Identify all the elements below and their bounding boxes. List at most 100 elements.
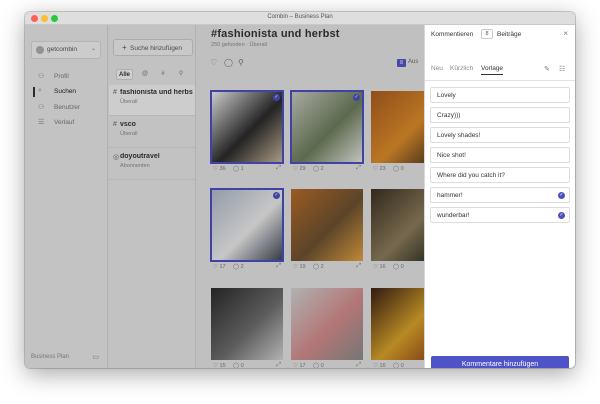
like-count: ♡ 16 [373, 363, 386, 368]
user-icon: ◎ [113, 154, 120, 161]
app-body: getcombin ⌄ ⚇ Profil ⌕ Suchen ⚇ Benutzer… [25, 25, 443, 368]
like-count: ♡ 16 [373, 264, 386, 270]
settings-icon[interactable]: ☷ [559, 65, 565, 73]
comment-template[interactable]: hammer! ✓ [430, 187, 570, 203]
panel-toggle-icon: ▭ [92, 354, 99, 361]
like-count: ♡ 36 [213, 166, 226, 172]
post-thumbnail[interactable] [291, 189, 363, 261]
close-icon[interactable]: × [563, 29, 568, 38]
select-toggle[interactable]: Aus [408, 59, 418, 65]
template-text: Crazy))) [437, 112, 461, 119]
comment-count: ◯ 0 [393, 363, 404, 368]
sidebar-item-verlauf[interactable]: ☰ Verlauf [35, 117, 103, 129]
like-count: ♡ 23 [373, 166, 386, 172]
filter-users[interactable]: @ [140, 69, 150, 80]
search-icon: ⌕ [38, 87, 42, 94]
check-icon[interactable]: ✓ [558, 192, 565, 199]
heart-icon[interactable]: ♡ [210, 58, 217, 67]
comment-template[interactable]: Crazy))) [430, 107, 570, 123]
comment-count: ◯ 0 [313, 363, 324, 368]
sidebar-item-suchen[interactable]: ⌕ Suchen [33, 86, 103, 98]
expand-icon[interactable]: ⤢ [276, 263, 281, 270]
account-switcher[interactable]: getcombin ⌄ [31, 41, 101, 59]
avatar [36, 46, 44, 54]
template-text: Nice shot! [437, 152, 466, 159]
filter-locations[interactable]: ⚲ [176, 69, 186, 80]
results-summary: 250 gefunden · Überall [211, 42, 267, 48]
account-name: getcombin [47, 46, 77, 53]
add-search-button[interactable]: + Suche hinzufügen [113, 39, 193, 56]
check-icon[interactable]: ✓ [558, 212, 565, 219]
plan-label: Business Plan [31, 354, 70, 360]
expand-icon[interactable]: ⤢ [276, 165, 281, 172]
search-name: fashionista und herbst [120, 89, 193, 96]
search-filter-tabs: Alle @ # ⚲ [114, 69, 194, 81]
title-bar: Combin – Business Plan [25, 12, 575, 25]
post-count: 8 [481, 29, 493, 39]
like-count: ♡ 17 [213, 264, 226, 270]
expand-icon[interactable]: ⤢ [356, 165, 361, 172]
plan-footer[interactable]: Business Plan ▭ [31, 354, 101, 361]
sidebar-item-label: Profil [54, 73, 69, 80]
divider [425, 80, 575, 81]
comment-template[interactable]: Nice shot! [430, 147, 570, 163]
filter-hashtags[interactable]: # [158, 69, 168, 80]
comment-panel: Kommentieren 8 Beiträge × Neu Kürzlich V… [424, 25, 575, 368]
post-stats: ♡ 17 ◯ 0 ⤢ [293, 362, 363, 368]
expand-icon[interactable]: ⤢ [356, 362, 361, 368]
post-thumbnail[interactable] [290, 90, 364, 164]
comment-count: ◯ 1 [233, 166, 244, 172]
post-stats: ♡ 36 ◯ 1 ⤢ [213, 165, 283, 174]
post-tile[interactable]: ♡ 19 ◯ 2 ⤢ [291, 189, 363, 273]
comment-template[interactable]: Where did you catch it? [430, 167, 570, 183]
tab-neu[interactable]: Neu [431, 65, 443, 72]
expand-icon[interactable]: ⤢ [356, 263, 361, 270]
comment-icon[interactable]: ◯ [224, 58, 233, 67]
like-count: ♡ 17 [293, 363, 306, 368]
post-tile[interactable]: ✓ ♡ 29 ◯ 2 ⤢ [290, 90, 364, 175]
post-thumbnail[interactable] [291, 288, 363, 360]
tab-kuerzlich[interactable]: Kürzlich [450, 65, 473, 72]
sidebar-item-label: Benutzer [54, 104, 81, 111]
post-thumbnail[interactable] [211, 288, 283, 360]
sidebar-item-profil[interactable]: ⚇ Profil [35, 71, 103, 83]
app-window: Combin – Business Plan getcombin ⌄ ⚇ Pro… [25, 12, 575, 368]
like-count: ♡ 19 [293, 264, 306, 270]
selected-check-icon[interactable]: ✓ [353, 94, 360, 101]
template-text: wunderbar! [437, 212, 470, 219]
like-count: ♡ 15 [213, 363, 226, 368]
page-title: #fashionista und herbst [211, 28, 340, 40]
comment-count: ◯ 2 [233, 264, 244, 270]
plus-icon: + [122, 43, 127, 52]
search-name: doyoutravel [120, 153, 160, 160]
comment-template[interactable]: Lovely [430, 87, 570, 103]
post-thumbnail[interactable] [210, 90, 284, 164]
search-scope: Abonnenten [120, 163, 150, 169]
add-comments-button[interactable]: Kommentare hinzufügen [431, 356, 569, 368]
search-scope: Überall [120, 99, 138, 105]
search-item[interactable]: # fashionista und herbst Überall [109, 85, 195, 116]
post-tile[interactable]: ♡ 15 ◯ 0 ⤢ [211, 288, 283, 368]
comment-template[interactable]: Lovely shades! [430, 127, 570, 143]
post-thumbnail[interactable] [210, 188, 284, 262]
search-item[interactable]: ◎ doyoutravel Abonnenten [109, 149, 195, 180]
comment-count: ◯ 2 [313, 264, 324, 270]
post-stats: ♡ 15 ◯ 0 ⤢ [213, 362, 283, 368]
person-icon: ⚇ [38, 73, 45, 80]
comment-template[interactable]: wunderbar! ✓ [430, 207, 570, 223]
post-tile[interactable]: ✓ ♡ 17 ◯ 2 ⤢ [210, 188, 284, 273]
sidebar-item-benutzer[interactable]: ⚇ Benutzer [35, 102, 103, 114]
template-text: Where did you catch it? [437, 172, 505, 179]
tab-vorlage[interactable]: Vorlage [481, 65, 504, 75]
hashtag-icon: # [113, 121, 117, 128]
post-tile[interactable]: ✓ ♡ 36 ◯ 1 ⤢ [210, 90, 284, 175]
post-tile[interactable]: ♡ 17 ◯ 0 ⤢ [291, 288, 363, 368]
unfollow-icon[interactable]: ⚲ [238, 58, 244, 67]
selected-count-badge: 8 [397, 59, 406, 67]
edit-icon[interactable]: ✎ [544, 65, 550, 73]
expand-icon[interactable]: ⤢ [276, 362, 281, 368]
selected-check-icon[interactable]: ✓ [273, 192, 280, 199]
filter-all[interactable]: Alle [116, 69, 133, 80]
search-item[interactable]: # vsco Überall [109, 117, 195, 148]
selected-check-icon[interactable]: ✓ [273, 94, 280, 101]
